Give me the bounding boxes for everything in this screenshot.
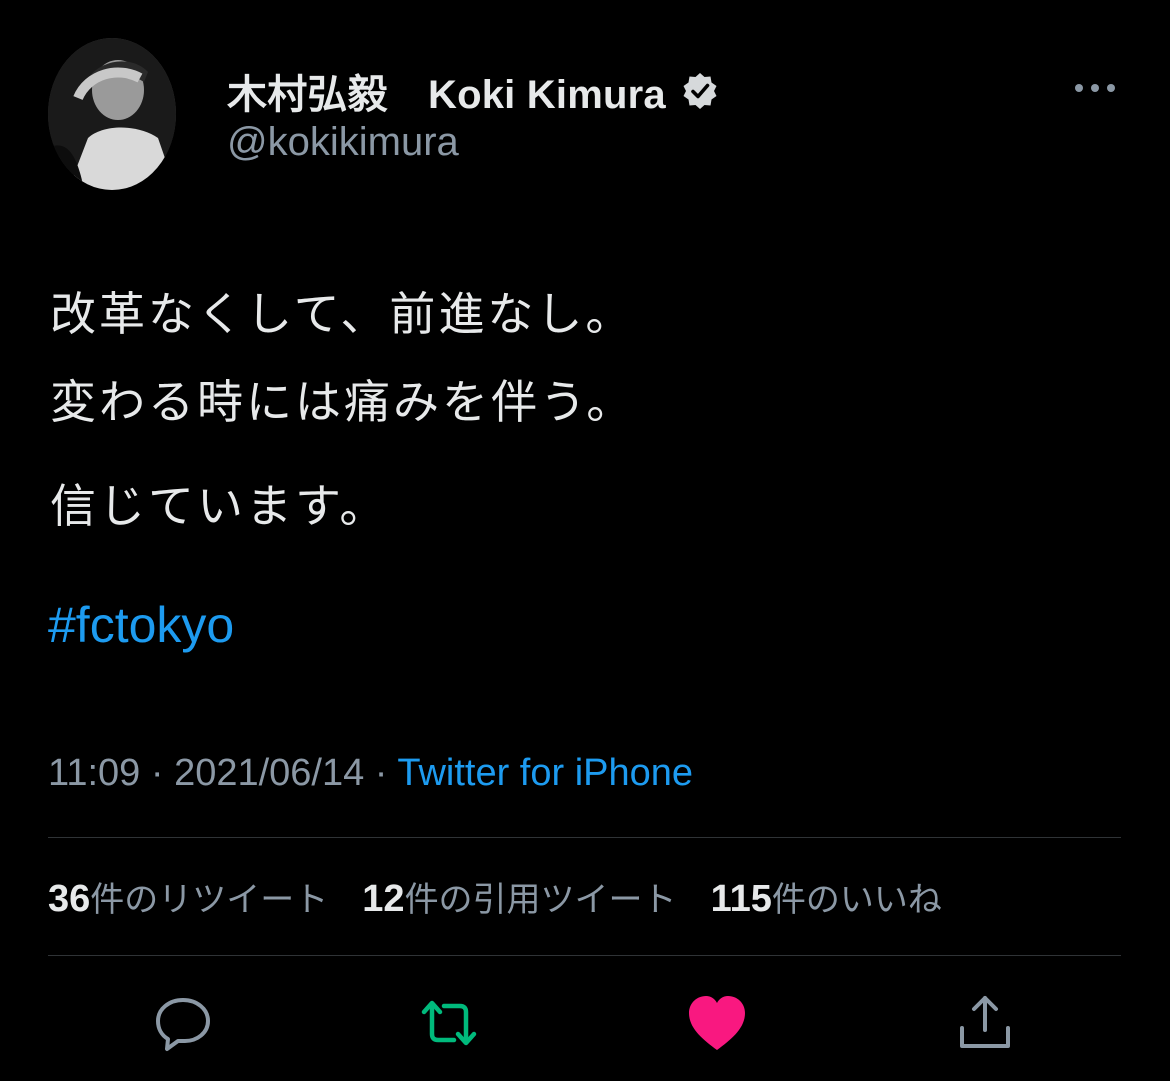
avatar[interactable]: [48, 38, 176, 190]
avatar-photo: [48, 38, 176, 190]
tweet-source[interactable]: Twitter for iPhone: [397, 752, 693, 794]
reply-icon[interactable]: [148, 988, 218, 1058]
retweets-stat[interactable]: 36件のリツイート: [48, 872, 328, 921]
tweet-date[interactable]: 2021/06/14: [174, 752, 364, 794]
quotes-label: 件の引用ツイート: [404, 880, 677, 920]
retweets-label: 件のリツイート: [90, 880, 329, 920]
hashtag-line: #fctokyo: [48, 596, 234, 654]
tweet-time[interactable]: 11:09: [48, 752, 140, 794]
author-display-name[interactable]: 木村弘毅 Koki Kimura: [227, 62, 666, 120]
retweets-count: 36: [48, 878, 91, 920]
tweet-text-line: 改革なくして、前進なし。: [50, 287, 635, 341]
hashtag-link[interactable]: #fctokyo: [48, 597, 234, 653]
heart-icon[interactable]: [682, 988, 752, 1058]
likes-label: 件のいいね: [771, 880, 942, 920]
tweet-text: 改革なくして、前進なし。 変わる時には痛みを伴う。 信じています。: [50, 270, 1130, 550]
action-bar: [0, 980, 1170, 1070]
quotes-count: 12: [362, 878, 405, 920]
author-name-row[interactable]: 木村弘毅 Koki Kimura: [227, 62, 720, 120]
tweet-text-line: 変わる時には痛みを伴う。: [50, 375, 636, 429]
divider: [48, 955, 1121, 956]
quotes-stat[interactable]: 12件の引用ツイート: [362, 872, 676, 921]
meta-separator: ·: [140, 752, 175, 794]
share-icon[interactable]: [950, 988, 1020, 1058]
likes-count: 115: [710, 878, 772, 920]
likes-stat[interactable]: 115件のいいね: [711, 872, 942, 921]
verified-badge-icon: [680, 71, 720, 111]
author-handle[interactable]: @kokikimura: [227, 120, 459, 165]
tweet-meta: 11:09 · 2021/06/14 · Twitter for iPhone: [48, 752, 693, 795]
tweet-text-line: 信じています。: [50, 479, 389, 533]
divider: [48, 837, 1121, 838]
meta-separator: ·: [364, 752, 398, 794]
tweet-stats: 36件のリツイート 12件の引用ツイート 115件のいいね: [48, 872, 976, 921]
more-options-icon[interactable]: [1073, 80, 1117, 94]
retweet-icon[interactable]: [414, 988, 484, 1058]
